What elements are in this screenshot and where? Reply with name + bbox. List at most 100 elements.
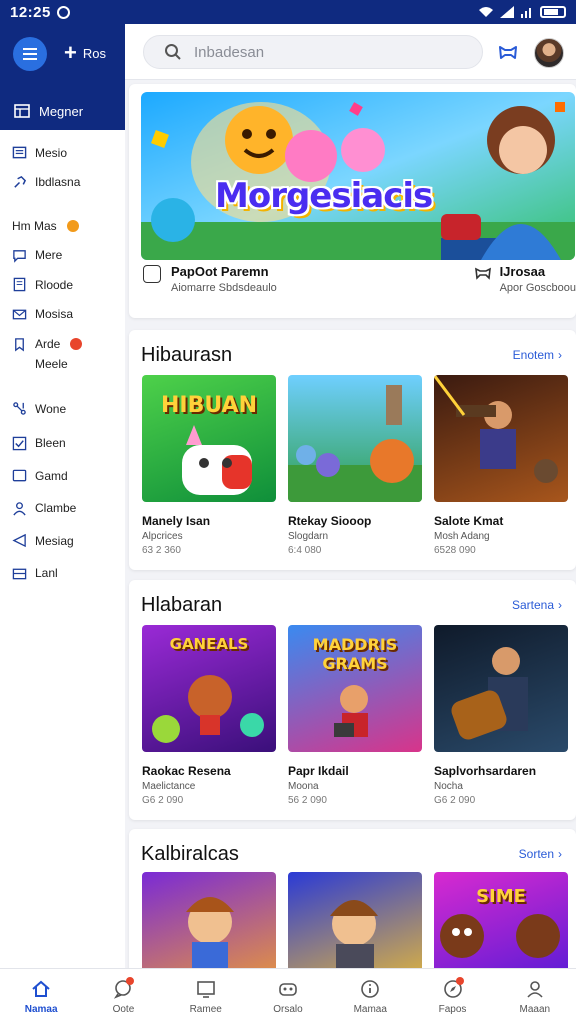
nav-home[interactable]: Namaa	[0, 969, 82, 1024]
link-icon	[14, 175, 27, 188]
game-meta: G6 2 090	[142, 795, 184, 806]
game-thumbnail: SIME	[434, 872, 568, 968]
bottom-nav: Namaa Oote Ramee Orsalo Mamaa Fapos Maaa…	[0, 968, 576, 1024]
plus-icon: +	[64, 40, 77, 65]
chevron-right-icon: ›	[558, 348, 562, 362]
game-thumbnail	[434, 375, 568, 502]
controller-icon[interactable]	[497, 42, 519, 64]
nav-chat[interactable]: Oote	[82, 969, 164, 1024]
sidebar-item[interactable]: Mesio	[0, 138, 125, 168]
status-icons	[478, 6, 566, 18]
game-tile[interactable]: GANEALS Raokac Resena Maelictance G6 2 0…	[142, 625, 276, 806]
new-button[interactable]: + Ros	[64, 42, 106, 64]
game-meta: 63 2 360	[142, 545, 181, 556]
person-icon	[13, 501, 26, 516]
sidebar-item[interactable]: Arde	[0, 334, 125, 354]
game-meta: 56 2 090	[288, 795, 327, 806]
search-placeholder: Inbadesan	[194, 43, 265, 61]
sidebar-item[interactable]: Hm Mas	[0, 211, 125, 241]
section-title: Hibaurasn	[141, 344, 233, 366]
game-category: Maelictance	[142, 781, 196, 792]
document-icon	[13, 278, 26, 292]
game-name: Papr Ikdail	[288, 764, 349, 778]
game-name: Manely Isan	[142, 514, 211, 528]
menu-button[interactable]	[13, 37, 47, 71]
gamepad-icon	[279, 982, 297, 996]
section-2: Hlabaran Sartena › GANEALS Raokac Resena …	[129, 580, 576, 820]
game-meta: 6528 090	[434, 545, 476, 556]
sidebar-item[interactable]: Bleen	[0, 429, 125, 459]
section-3: Kalbiralcas Sorten › SIME	[129, 829, 576, 968]
nav-info[interactable]: Mamaa	[329, 969, 411, 1024]
game-thumbnail: MADDRIS GRAMS	[288, 625, 422, 752]
game-tile[interactable]: Saplvorhsardaren Nocha G6 2 090	[434, 625, 568, 806]
see-all-link[interactable]: Sartena ›	[512, 598, 562, 612]
game-name: Rtekay Siooop	[288, 514, 372, 528]
featured-banner[interactable]: Morgesiacis	[141, 92, 575, 260]
featured-title: Morgesiacis	[215, 176, 433, 216]
chevron-right-icon: ›	[558, 847, 562, 861]
featured-info-right[interactable]: IJrosaa Apor Goscboou	[474, 264, 576, 294]
see-all-link[interactable]: Enotem ›	[513, 348, 562, 362]
game-name: Salote Kmat	[434, 514, 504, 528]
sidebar-item[interactable]: Ibdlasna	[0, 168, 125, 198]
featured-right-sub: Apor Goscboou	[499, 282, 576, 294]
chevron-right-icon: ›	[558, 598, 562, 612]
sidebar-item-active[interactable]: Megner	[0, 92, 125, 130]
wifi-icon	[479, 7, 493, 17]
notification-badge	[66, 219, 79, 232]
screen-icon	[196, 980, 215, 998]
game-tile[interactable]	[142, 872, 276, 968]
signal-icon	[500, 6, 514, 18]
game-category: Mosh Adang	[434, 531, 490, 542]
status-time: 12:25	[10, 3, 51, 21]
nav-explore[interactable]: Fapos	[411, 969, 493, 1024]
sidebar-item[interactable]: Mosisa	[0, 300, 125, 330]
sidebar-item[interactable]: Mesiag	[0, 526, 125, 556]
top-bar: Inbadesan	[125, 24, 576, 80]
notification-badge	[455, 977, 464, 985]
profile-icon	[527, 980, 543, 998]
game-thumbnail: GANEALS	[142, 625, 276, 752]
notification-badge	[70, 338, 83, 350]
game-name: Saplvorhsardaren	[434, 764, 537, 778]
sidebar-list: Mesio Ibdlasna Hm Mas Mere Rloode Mosisa…	[0, 130, 125, 588]
game-tile[interactable]: MADDRIS GRAMS Papr Ikdail Moona 56 2 090	[288, 625, 422, 806]
sidebar-item[interactable]: Wone	[0, 394, 125, 424]
game-thumbnail	[434, 625, 568, 752]
main-content: Inbadesan Morgesiacis PapOot Paremn Aiom…	[125, 24, 576, 968]
nav-screen[interactable]: Ramee	[165, 969, 247, 1024]
sidebar-item[interactable]: Rloode	[0, 270, 125, 300]
search-bar[interactable]: Inbadesan	[143, 35, 483, 69]
featured-right-name: IJrosaa	[499, 264, 546, 279]
send-icon	[12, 534, 26, 548]
game-tile[interactable]: SIME	[434, 872, 568, 968]
sidebar-item[interactable]: Meele	[0, 354, 125, 374]
info-icon	[361, 979, 380, 998]
game-tile[interactable]: HIBUAN Manely Isan Alpcrices 63 2 360	[142, 375, 276, 556]
sidebar-item[interactable]: Mere	[0, 241, 125, 271]
avatar[interactable]	[534, 38, 564, 68]
signal-2-icon	[521, 8, 531, 18]
game-tile[interactable]: Rtekay Siooop Slogdarn 6:4 080	[288, 375, 422, 556]
see-all-link[interactable]: Sorten ›	[519, 847, 562, 861]
bookmark-icon	[15, 337, 24, 351]
check-icon	[12, 436, 27, 450]
game-meta: G6 2 090	[434, 795, 476, 806]
table-icon	[14, 104, 30, 118]
featured-info-left[interactable]: PapOot Paremn Aiomarre Sbdsdeaulo	[143, 264, 277, 294]
square-icon	[12, 469, 27, 482]
game-thumbnail	[142, 872, 276, 968]
section-title: Hlabaran	[141, 594, 223, 616]
nav-profile[interactable]: Maaan	[494, 969, 576, 1024]
home-icon	[32, 980, 50, 997]
game-thumbnail	[288, 375, 422, 502]
sidebar-item[interactable]: Gamd	[0, 461, 125, 491]
game-tile[interactable]: Salote Kmat Mosh Adang 6528 090	[434, 375, 568, 556]
new-button-label: Ros	[82, 45, 106, 61]
featured-card[interactable]: Morgesiacis PapOot Paremn Aiomarre Sbdsd…	[129, 84, 576, 318]
game-tile[interactable]	[288, 872, 422, 968]
sidebar-item[interactable]: Lanl	[0, 559, 125, 589]
nav-games[interactable]: Orsalo	[247, 969, 329, 1024]
sidebar-item[interactable]: Clambe	[0, 494, 125, 524]
